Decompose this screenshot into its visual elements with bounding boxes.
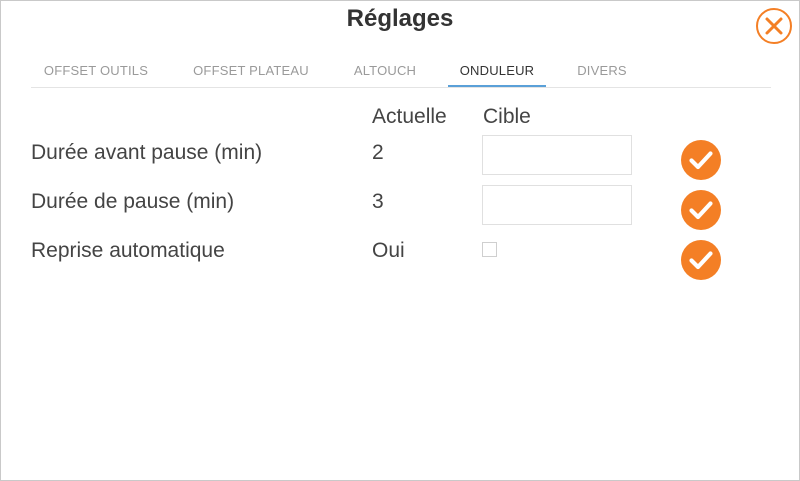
target-input-pause-duration[interactable] [482,185,632,225]
checkmark-icon [681,240,721,280]
close-icon [765,17,783,35]
checkmark-icon [681,140,721,180]
row-current-pause-delay: 2 [372,141,384,164]
column-header-current: Actuelle [372,105,447,128]
row-label-pause-delay: Durée avant pause (min) [31,141,263,164]
close-button[interactable] [756,8,792,44]
apply-button-auto-resume[interactable] [681,240,721,280]
target-input-pause-delay[interactable] [482,135,632,175]
row-label-pause-duration: Durée de pause (min) [31,190,235,213]
settings-tabs: OFFSET OUTILS OFFSET PLATEAU ALTOUCH OND… [31,59,771,88]
tab-offset-outils[interactable]: OFFSET OUTILS [41,59,151,87]
row-current-pause-duration: 3 [372,190,384,213]
settings-dialog: Réglages OFFSET OUTILS OFFSET PLATEAU AL… [0,0,800,481]
apply-button-pause-delay[interactable] [681,140,721,180]
tab-divers[interactable]: DIVERS [571,59,633,87]
tab-onduleur[interactable]: ONDULEUR [448,59,546,87]
tab-altouch[interactable]: ALTOUCH [349,59,421,87]
column-header-target: Cible [483,105,531,128]
dialog-title: Réglages [346,5,454,32]
apply-button-pause-duration[interactable] [681,190,721,230]
row-label-auto-resume: Reprise automatique [31,239,225,262]
row-current-auto-resume: Oui [372,239,405,262]
target-checkbox-auto-resume[interactable] [482,242,497,257]
tab-offset-plateau[interactable]: OFFSET PLATEAU [190,59,312,87]
checkmark-icon [681,190,721,230]
